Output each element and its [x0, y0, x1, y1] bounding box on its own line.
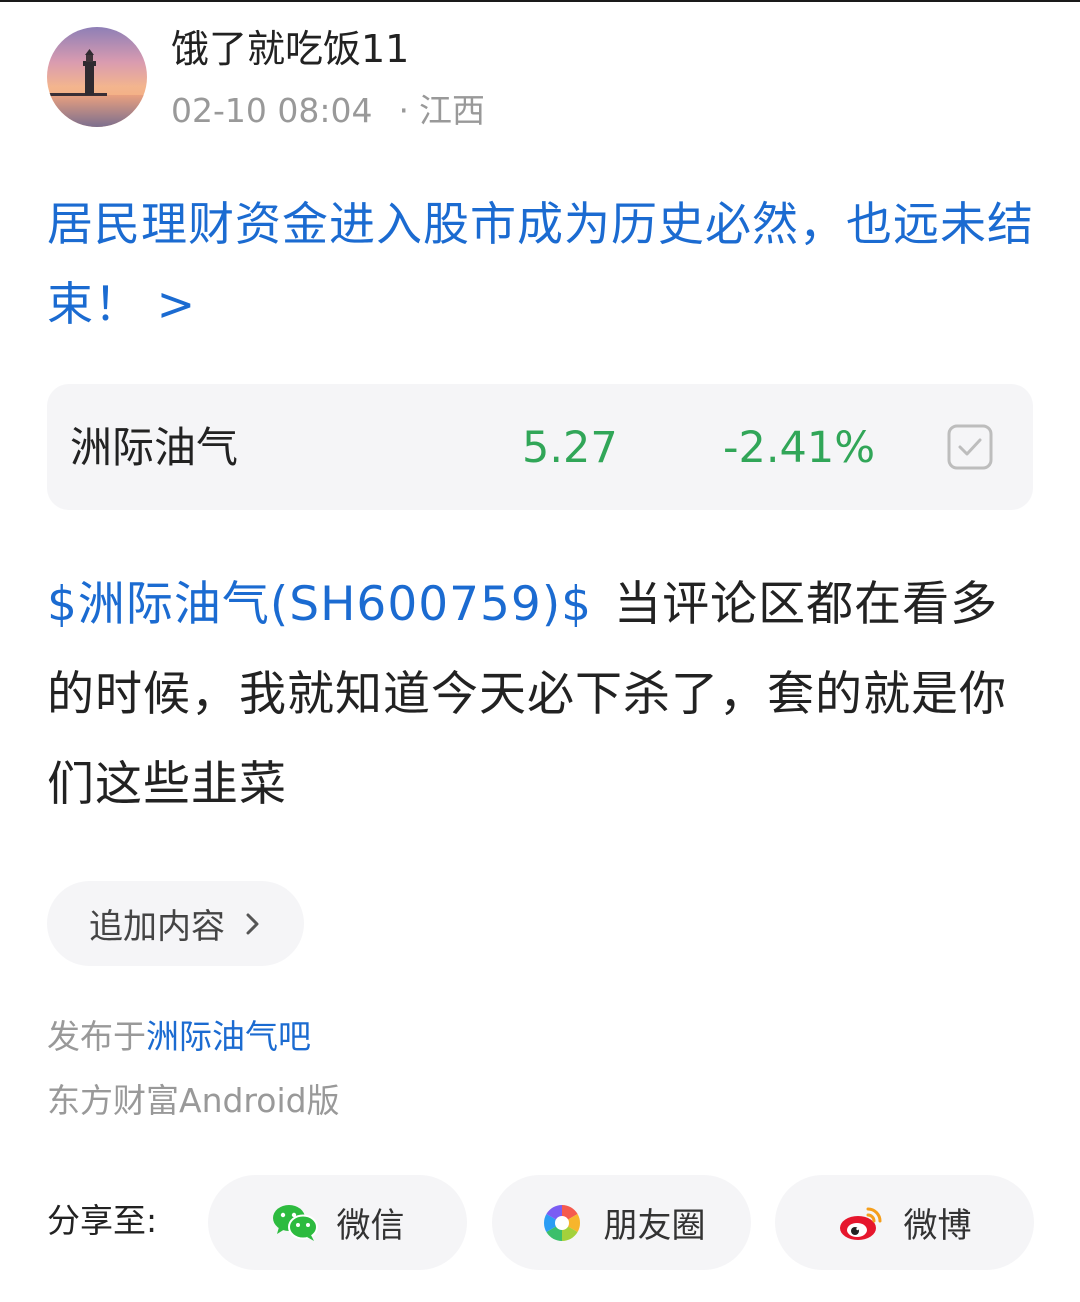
published-prefix: 发布于: [47, 1017, 146, 1056]
check-square-icon[interactable]: [947, 424, 993, 470]
share-weibo-label: 微博: [903, 1206, 972, 1246]
stock-card[interactable]: 洲际油气 5.27 -2.41%: [47, 384, 1033, 510]
post-meta: 02-10 08:04 · 江西: [171, 90, 485, 132]
lighthouse-sunset-avatar-icon: [47, 27, 147, 127]
append-content-button[interactable]: 追加内容: [47, 881, 304, 966]
share-weibo-button[interactable]: 微博: [775, 1175, 1034, 1270]
share-moments-label: 朋友圈: [603, 1206, 706, 1246]
moments-icon: [538, 1203, 586, 1243]
share-moments-button[interactable]: 朋友圈: [492, 1175, 751, 1270]
timestamp: 02-10 08:04: [171, 91, 373, 130]
stock-change: -2.41%: [723, 423, 876, 473]
avatar[interactable]: [47, 27, 147, 127]
wechat-icon: [271, 1203, 319, 1243]
top-divider: [0, 0, 1080, 2]
weibo-icon: [838, 1203, 886, 1243]
share-wechat-button[interactable]: 微信: [208, 1175, 467, 1270]
forum-link[interactable]: 洲际油气吧: [146, 1017, 311, 1056]
stock-price: 5.27: [522, 423, 618, 473]
append-content-label: 追加内容: [89, 907, 225, 947]
meta-separator: ·: [398, 91, 409, 130]
headline-link[interactable]: 居民理财资金进入股市成为历史必然，也远未结束！ >: [47, 184, 1037, 344]
location: 江西: [418, 91, 485, 130]
username[interactable]: 饿了就吃饭11: [171, 24, 409, 74]
share-wechat-label: 微信: [336, 1206, 405, 1246]
stock-name: 洲际油气: [70, 423, 239, 472]
post-body: $洲际油气(SH600759)$ 当评论区都在看多的时候，我就知道今天必下杀了，套…: [47, 560, 1042, 830]
stock-tag-link[interactable]: $洲际油气(SH600759)$: [47, 577, 592, 632]
published-in: 发布于洲际油气吧: [47, 1016, 311, 1058]
chevron-right-icon: [246, 913, 259, 934]
share-label: 分享至:: [47, 1201, 158, 1240]
post-source: 东方财富Android版: [47, 1081, 340, 1120]
